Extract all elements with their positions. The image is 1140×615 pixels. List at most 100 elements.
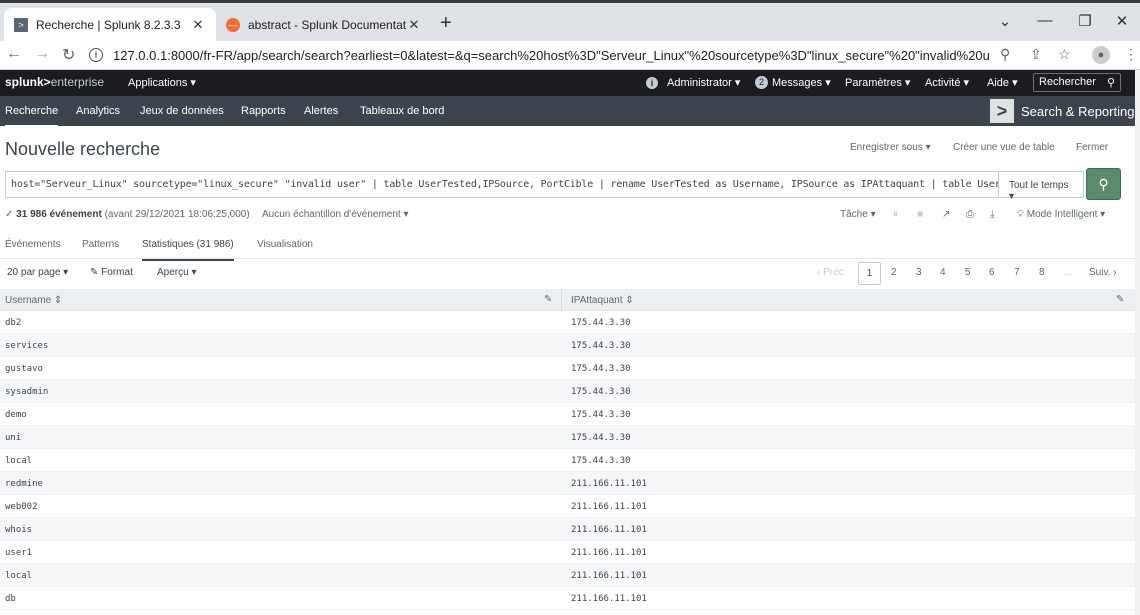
browser-tab-splunk-search[interactable]: > Recherche | Splunk 8.2.3.3 ✕ bbox=[4, 8, 216, 41]
page-7-button[interactable]: 7 bbox=[1014, 267, 1020, 278]
page-scrollbar[interactable] bbox=[1135, 70, 1140, 615]
cell-ipattaquant[interactable]: 211.166.11.101 bbox=[571, 571, 647, 581]
table-row[interactable]: user1 211.166.11.101 bbox=[0, 541, 1140, 564]
edit-column-icon[interactable]: ✎ bbox=[1116, 294, 1124, 305]
close-tab-icon[interactable]: ✕ bbox=[406, 17, 422, 33]
applications-menu[interactable]: Applications ▾ bbox=[128, 76, 196, 89]
cell-username[interactable]: demo bbox=[5, 410, 27, 420]
cell-username[interactable]: services bbox=[5, 341, 48, 351]
cell-username[interactable]: whois bbox=[5, 525, 32, 535]
table-row[interactable]: db 211.166.11.101 bbox=[0, 587, 1140, 610]
table-row[interactable]: redmine 211.166.11.101 bbox=[0, 472, 1140, 495]
nav-reports[interactable]: Rapports bbox=[241, 105, 286, 117]
browser-menu-icon[interactable]: ⋮ bbox=[1124, 46, 1138, 63]
tab-search-icon[interactable]: ⌄ bbox=[995, 12, 1015, 30]
nav-alerts[interactable]: Alertes bbox=[304, 105, 338, 117]
settings-menu[interactable]: Paramètres ▾ bbox=[845, 76, 910, 89]
cell-ipattaquant[interactable]: 211.166.11.101 bbox=[571, 594, 647, 604]
cell-ipattaquant[interactable]: 175.44.3.30 bbox=[571, 433, 631, 443]
table-row[interactable]: web002 211.166.11.101 bbox=[0, 495, 1140, 518]
help-menu[interactable]: Aide ▾ bbox=[987, 76, 1018, 89]
cell-username[interactable]: local bbox=[5, 571, 32, 581]
print-icon[interactable]: ⎙ bbox=[966, 209, 974, 220]
messages-menu[interactable]: Messages ▾ bbox=[772, 76, 831, 89]
cell-username[interactable]: sysadmin bbox=[5, 387, 48, 397]
next-page-link[interactable]: Suiv. › bbox=[1089, 267, 1117, 278]
cell-username[interactable]: user1 bbox=[5, 548, 32, 558]
cell-ipattaquant[interactable]: 211.166.11.101 bbox=[571, 548, 647, 558]
cell-ipattaquant[interactable]: 211.166.11.101 bbox=[571, 502, 647, 512]
bookmark-star-icon[interactable]: ☆ bbox=[1058, 46, 1071, 63]
cell-ipattaquant[interactable]: 175.44.3.30 bbox=[571, 456, 631, 466]
reload-icon[interactable]: ↻ bbox=[62, 45, 75, 65]
share-job-icon[interactable]: ↗ bbox=[942, 209, 950, 220]
table-row[interactable]: demo 175.44.3.30 bbox=[0, 403, 1140, 426]
back-icon[interactable]: ← bbox=[6, 45, 22, 63]
url-field[interactable]: i 127.0.0.1:8000/fr-FR/app/search/search… bbox=[89, 43, 989, 67]
page-3-button[interactable]: 3 bbox=[916, 267, 922, 278]
prev-page-link[interactable]: ‹ Préc bbox=[817, 267, 844, 278]
cell-username[interactable]: db bbox=[5, 594, 16, 604]
site-info-icon[interactable]: i bbox=[89, 48, 103, 62]
cell-ipattaquant[interactable]: 175.44.3.30 bbox=[571, 341, 631, 351]
new-tab-button[interactable]: + bbox=[440, 12, 452, 35]
search-query-input[interactable]: host="Serveur_Linux" sourcetype="linux_s… bbox=[5, 171, 998, 198]
table-row[interactable]: gustavo 175.44.3.30 bbox=[0, 357, 1140, 380]
job-menu[interactable]: Tâche ▾ bbox=[840, 209, 876, 220]
close-link[interactable]: Fermer bbox=[1076, 142, 1108, 153]
zoom-icon[interactable]: ⚲ bbox=[1000, 46, 1010, 63]
tab-patterns[interactable]: Patterns bbox=[82, 239, 119, 258]
table-row[interactable]: sysadmin 175.44.3.30 bbox=[0, 380, 1140, 403]
edit-column-icon[interactable]: ✎ bbox=[544, 294, 552, 305]
share-icon[interactable]: ⇪ bbox=[1030, 46, 1042, 63]
nav-dashboards[interactable]: Tableaux de bord bbox=[360, 105, 444, 117]
page-2-button[interactable]: 2 bbox=[891, 267, 897, 278]
page-8-button[interactable]: 8 bbox=[1039, 267, 1045, 278]
cell-username[interactable]: local bbox=[5, 456, 32, 466]
table-row[interactable]: whois 211.166.11.101 bbox=[0, 518, 1140, 541]
minimize-icon[interactable]: — bbox=[1035, 12, 1055, 29]
cell-username[interactable]: db2 bbox=[5, 318, 21, 328]
nav-datasets[interactable]: Jeux de données bbox=[140, 105, 224, 117]
page-4-button[interactable]: 4 bbox=[940, 267, 946, 278]
tab-visualization[interactable]: Visualisation bbox=[257, 239, 313, 258]
table-row[interactable]: db2 175.44.3.30 bbox=[0, 311, 1140, 334]
cell-username[interactable]: gustavo bbox=[5, 364, 43, 374]
info-icon[interactable]: i bbox=[646, 77, 658, 89]
close-tab-icon[interactable]: ✕ bbox=[190, 17, 206, 33]
create-table-view-link[interactable]: Créer une vue de table bbox=[953, 142, 1055, 153]
app-title[interactable]: > Search & Reporting bbox=[990, 99, 1134, 123]
mode-menu[interactable]: 💡︎ Mode Intelligent ▾ bbox=[1017, 209, 1105, 220]
tab-events[interactable]: Événements bbox=[5, 239, 61, 258]
cell-username[interactable]: uni bbox=[5, 433, 21, 443]
column-header-username[interactable]: Username ⇕ bbox=[5, 295, 62, 306]
format-menu[interactable]: ✎ Format bbox=[90, 267, 133, 278]
cell-username[interactable]: redmine bbox=[5, 479, 43, 489]
nav-search[interactable]: Recherche bbox=[5, 105, 59, 127]
cell-ipattaquant[interactable]: 175.44.3.30 bbox=[571, 387, 631, 397]
export-icon[interactable]: ⤓ bbox=[990, 209, 994, 220]
activity-menu[interactable]: Activité ▾ bbox=[925, 76, 969, 89]
page-5-button[interactable]: 5 bbox=[965, 267, 971, 278]
table-row[interactable]: local 211.166.11.101 bbox=[0, 564, 1140, 587]
browser-tab-documentation[interactable]: — abstract - Splunk Documentation ✕ bbox=[218, 8, 430, 41]
administrator-menu[interactable]: Administrator ▾ bbox=[667, 76, 740, 89]
close-window-icon[interactable]: ✕ bbox=[1112, 12, 1132, 30]
global-search-input[interactable]: Rechercher ⚲ bbox=[1033, 73, 1121, 92]
stop-icon[interactable]: ■ bbox=[917, 209, 923, 220]
column-header-ipattaquant[interactable]: IPAttaquant ⇕ bbox=[571, 295, 634, 306]
cell-ipattaquant[interactable]: 211.166.11.101 bbox=[571, 525, 647, 535]
search-button[interactable]: ⚲ bbox=[1086, 168, 1121, 200]
cell-ipattaquant[interactable]: 175.44.3.30 bbox=[571, 318, 631, 328]
table-row[interactable]: services 175.44.3.30 bbox=[0, 334, 1140, 357]
profile-avatar-icon[interactable]: ● bbox=[1092, 46, 1110, 64]
pause-icon[interactable]: ⏸ bbox=[893, 209, 898, 220]
nav-analytics[interactable]: Analytics bbox=[76, 105, 120, 117]
sampling-menu[interactable]: Aucun échantillon d'événement ▾ bbox=[262, 209, 408, 220]
preview-menu[interactable]: Aperçu ▾ bbox=[157, 267, 196, 278]
cell-ipattaquant[interactable]: 211.166.11.101 bbox=[571, 479, 647, 489]
page-1-button[interactable]: 1 bbox=[858, 262, 881, 285]
save-as-menu[interactable]: Enregistrer sous ▾ bbox=[850, 142, 931, 153]
forward-icon[interactable]: → bbox=[34, 45, 50, 63]
time-range-picker[interactable]: Tout le temps ▾ bbox=[998, 171, 1084, 202]
